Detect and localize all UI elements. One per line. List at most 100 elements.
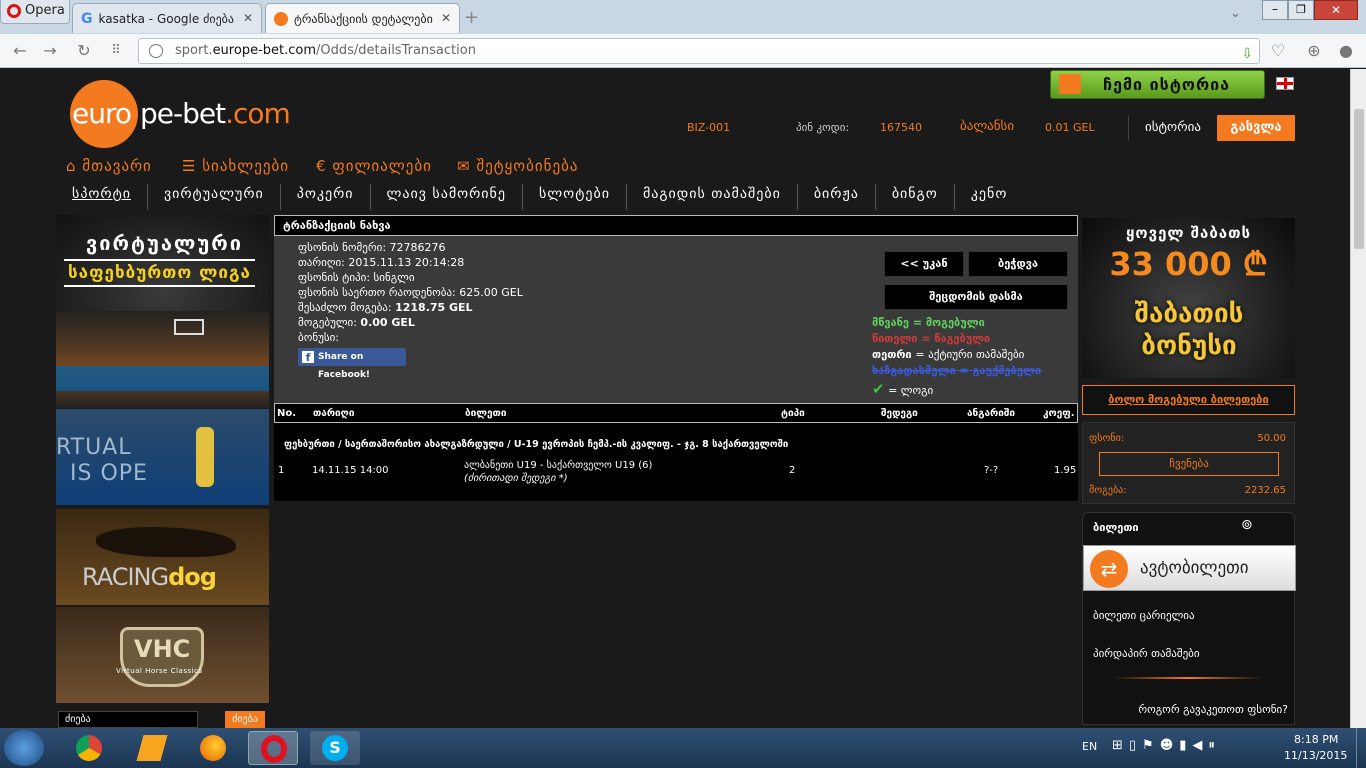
header-divider (1128, 115, 1129, 141)
speed-dial-icon[interactable]: ⠿ (104, 40, 128, 62)
racing-text: RACING (82, 563, 169, 591)
possible-win: შესაძლო მოგება: 1218.75 GEL (298, 301, 473, 314)
opera-taskbar-icon[interactable] (248, 731, 298, 765)
saturday-bonus-banner[interactable]: ყოველ შაბათს 33 000 ₾ შაბათის ბონუსი (1082, 218, 1295, 378)
legend-white-text: = აქტიური თამაშები (915, 348, 1025, 361)
tray-icons[interactable]: ⊞▯⚑☻▮◀⏸ (1112, 738, 1221, 753)
how-to-bet-link[interactable]: როგორ გავაკეთოთ ფსონი? (1138, 703, 1288, 716)
live-games-link[interactable]: პირდაპირ თამაშები (1093, 647, 1200, 660)
sub-nav-bingo[interactable]: ბინგო (876, 184, 955, 210)
rings-icon[interactable]: ⊚ (1241, 517, 1253, 533)
close-window-button[interactable]: ✕ (1314, 0, 1358, 20)
logo-brand-text[interactable]: pe-bet.com (140, 97, 291, 130)
bet-type: ფსონის ტიპი: სინგლი (298, 271, 415, 284)
chrome-taskbar-icon[interactable] (64, 731, 114, 765)
row-ticket-note: (ძირითადი შედეგი *) (464, 473, 568, 484)
logo-euro-text: euro (72, 97, 132, 130)
banner-virtual-basketball[interactable] (56, 311, 269, 408)
new-tab-icon[interactable]: + (464, 7, 479, 28)
back-arrow-icon[interactable]: ← (8, 40, 32, 62)
language-indicator[interactable]: EN (1082, 740, 1097, 753)
georgian-flag-icon[interactable] (1276, 77, 1294, 90)
ticket-box: ბილეთი ⊚ ⇄ ავტობილეთი ბილეთი ცარიელია პი… (1082, 512, 1296, 725)
skype-taskbar-icon[interactable]: S (310, 731, 360, 765)
forward-arrow-icon[interactable]: → (38, 40, 62, 62)
possible-win-value: 1218.75 GEL (395, 301, 473, 314)
bets-table-header: No. თარიღი ბილეთი ტიპი შედეგი ანგარიში კ… (274, 403, 1078, 423)
possible-win-label: შესაძლო მოგება: (298, 301, 392, 314)
browser-tab-bar: Opera G kasatka - Google ძიება ✕ ტრანსაქ… (0, 0, 1366, 34)
winamp-taskbar-icon[interactable] (126, 731, 176, 765)
page-scrollbar[interactable] (1350, 69, 1366, 728)
promo-amount: 33 000 ₾ (1109, 245, 1268, 283)
history-link[interactable]: ისტორია (1145, 120, 1201, 135)
banner-virtual-tennis[interactable]: RTUAL IS OPE (56, 409, 269, 505)
logout-button[interactable]: გასვლა (1217, 115, 1295, 141)
sub-nav-virtual[interactable]: ვირტუალური (148, 184, 281, 210)
clock-time[interactable]: 8:18 PM (1294, 733, 1338, 746)
banner-virtual-horse-classics[interactable]: VHC Virtual Horse Classics (56, 607, 269, 703)
account-icon[interactable]: ● (1334, 40, 1358, 62)
show-button[interactable]: ჩვენება (1099, 452, 1279, 476)
sub-nav-poker[interactable]: პოკერი (281, 184, 371, 210)
maximize-button[interactable]: ❐ (1288, 0, 1314, 20)
sub-nav-exchange[interactable]: ბირჟა (798, 184, 876, 210)
tab-transaction-details[interactable]: ტრანსაქციის დეტალები ✕ (265, 3, 460, 33)
page-content: euro pe-bet.com ჩემი ისტორია BIZ-001 პინ… (0, 69, 1350, 728)
main-nav-messages[interactable]: ✉ შეტყობინება (457, 157, 578, 175)
tab-google-search[interactable]: G kasatka - Google ძიება ✕ (72, 3, 262, 33)
tab-menu-icon[interactable]: ⌄ (1230, 6, 1241, 21)
browser-address-bar: ← → ↻ ⠿ sport.europe-bet.com/Odds/detail… (0, 34, 1366, 68)
banner-virtual-football[interactable]: ვირტუალური საფეხბურთო ლიგა (56, 215, 269, 311)
clock-date[interactable]: 11/13/2015 (1284, 749, 1347, 762)
report-error-button[interactable]: შეცდომის დასმა (884, 284, 1068, 310)
scrollbar-thumb[interactable] (1354, 109, 1364, 249)
opera-menu-button[interactable]: Opera (0, 0, 70, 24)
europebet-favicon-icon (274, 11, 288, 26)
user-id: BIZ-001 (687, 121, 731, 134)
sub-nav-sport[interactable]: სპორტი (56, 184, 148, 210)
search-input[interactable]: ძიება (58, 711, 198, 728)
sub-nav-table-games[interactable]: მაგიდის თამაშები (627, 184, 798, 210)
search-button[interactable]: ძიება (225, 711, 265, 728)
event-category: ფეხბურთი / საერთაშორისო ახალგაზრდული / U… (284, 439, 789, 450)
col-coef: კოეფ. (1043, 408, 1075, 419)
facebook-share-button[interactable]: f Share on Facebook! (298, 348, 406, 380)
home-icon: ⌂ (66, 157, 83, 175)
print-button[interactable]: ბეჭდვა (968, 251, 1068, 277)
win-label: მოგებული: (298, 316, 357, 329)
show-desktop-button[interactable] (1356, 728, 1366, 768)
row-coef: 1.95 (1054, 465, 1077, 476)
col-result: შედეგი (881, 408, 918, 419)
reload-icon[interactable]: ↻ (72, 40, 96, 62)
balance-label[interactable]: ბალანსი (960, 119, 1014, 134)
main-nav-branches[interactable]: € ფილიალები (316, 157, 432, 175)
win-value: 0.00 GEL (360, 316, 415, 329)
row-score: ?-? (984, 465, 999, 476)
auto-ticket-button[interactable]: ⇄ ავტობილეთი (1083, 545, 1296, 591)
banner-racing-dog[interactable]: RACINGdog (56, 509, 269, 605)
downloads-icon[interactable]: ⊕ (1302, 40, 1326, 62)
my-history-button[interactable]: ჩემი ისტორია (1050, 70, 1265, 99)
url-input[interactable]: sport.europe-bet.com/Odds/detailsTransac… (138, 38, 1260, 64)
start-button[interactable] (4, 730, 44, 766)
legend-white: თეთრი = აქტიური თამაშები (872, 348, 1024, 361)
legend-white-key: თეთრი (872, 348, 912, 361)
col-date: თარიღი (313, 408, 355, 419)
list-icon: ☰ (182, 157, 203, 175)
sub-nav-slots[interactable]: სლოტები (523, 184, 627, 210)
download-icon[interactable]: ⇩ (1241, 42, 1253, 66)
sub-nav-live-casino[interactable]: ლაივ სამორინე (371, 184, 523, 210)
minimize-button[interactable]: – (1262, 0, 1288, 20)
sub-nav-keno[interactable]: კენო (955, 184, 1024, 210)
close-tab-icon[interactable]: ✕ (441, 11, 451, 25)
url-domain: europe-bet.com (212, 43, 316, 58)
main-nav-news[interactable]: ☰ სიახლეები (182, 157, 289, 175)
heart-icon[interactable]: ♡ (1266, 40, 1290, 62)
close-tab-icon[interactable]: ✕ (243, 11, 253, 25)
google-icon: G (81, 10, 93, 27)
last-winners-link[interactable]: ბოლო მოგებული ბილეთები (1083, 386, 1294, 414)
back-button[interactable]: << უკან (884, 251, 964, 277)
main-nav-home[interactable]: ⌂ მთავარი (66, 157, 152, 175)
firefox-taskbar-icon[interactable] (188, 731, 238, 765)
